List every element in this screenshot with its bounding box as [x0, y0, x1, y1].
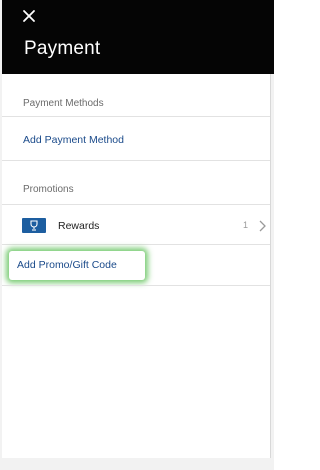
- divider: [2, 204, 270, 205]
- rewards-icon: [22, 218, 46, 233]
- chevron-right-icon: [259, 220, 266, 232]
- page-title: Payment: [24, 38, 101, 59]
- rewards-count: 1: [243, 220, 249, 230]
- divider: [2, 244, 270, 245]
- divider: [2, 160, 270, 161]
- add-promo-code-button[interactable]: Add Promo/Gift Code: [9, 251, 145, 280]
- rewards-row[interactable]: Rewards 1: [2, 211, 270, 241]
- promotions-heading: Promotions: [23, 184, 74, 195]
- rewards-label: Rewards: [58, 220, 100, 232]
- divider: [2, 116, 270, 117]
- header: Payment: [2, 0, 274, 74]
- payment-screen: Payment Payment Methods Add Payment Meth…: [0, 0, 274, 470]
- add-payment-method-link[interactable]: Add Payment Method: [23, 134, 124, 146]
- add-promo-code-label: Add Promo/Gift Code: [17, 259, 117, 271]
- close-icon: [23, 10, 35, 22]
- divider: [2, 285, 270, 286]
- close-button[interactable]: [22, 9, 42, 29]
- payment-content: Payment Methods Add Payment Method Promo…: [2, 74, 271, 458]
- payment-methods-heading: Payment Methods: [23, 98, 104, 109]
